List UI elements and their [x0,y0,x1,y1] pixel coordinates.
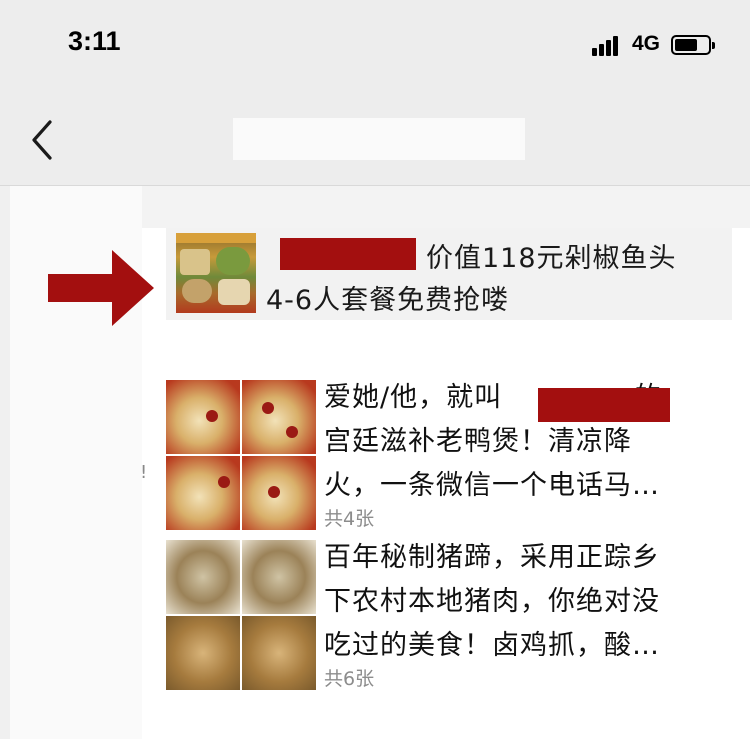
album-caption-line1: 爱她/他，就叫 [324,382,503,413]
redaction-block [538,388,670,422]
page-title-redacted [233,118,525,160]
edge-mark: ! [140,462,148,483]
album-photo-count: 共6张 [324,668,375,690]
status-time: 3:11 [68,26,121,56]
album-item-pork[interactable]: 百年秘制猪蹄，采用正踪乡 下农村本地猪肉，你绝对没 吃过的美食！卤鸡抓，酸… 共… [166,540,732,692]
album-photo-grid [166,380,316,530]
network-type: 4G [632,32,661,55]
album-photo-grid [166,540,316,690]
album-photo-count: 共4张 [324,508,375,530]
back-button[interactable] [24,114,64,164]
album-caption-line2: 宫廷滋补老鸭煲！清凉降 [324,426,632,457]
content-header-shade [142,186,750,228]
battery-icon [671,35,715,55]
top-bar: 3:11 4G [0,0,750,186]
album-caption-line3: 火，一条微信一个电话马… [324,470,660,501]
chevron-left-icon [32,120,52,160]
shared-link-card[interactable]: 价值118元剁椒鱼头 4-6人套餐免费抢喽 [166,228,732,320]
content-edge [0,186,10,739]
album-caption: 百年秘制猪蹄，采用正踪乡 下农村本地猪肉，你绝对没 吃过的美食！卤鸡抓，酸… [324,536,724,668]
redaction-block [280,238,416,270]
album-item-duck[interactable]: 爱她/他，就叫的 宫廷滋补老鸭煲！清凉降 火，一条微信一个电话马… 共4张 [166,380,732,532]
link-thumbnail [176,233,256,313]
red-arrow-icon [48,250,154,326]
album-caption-line2: 下农村本地猪肉，你绝对没 [324,586,660,617]
album-caption-line3: 吃过的美食！卤鸡抓，酸… [324,630,660,661]
signal-icon [592,34,624,56]
album-caption-line1: 百年秘制猪蹄，采用正踪乡 [324,542,660,573]
